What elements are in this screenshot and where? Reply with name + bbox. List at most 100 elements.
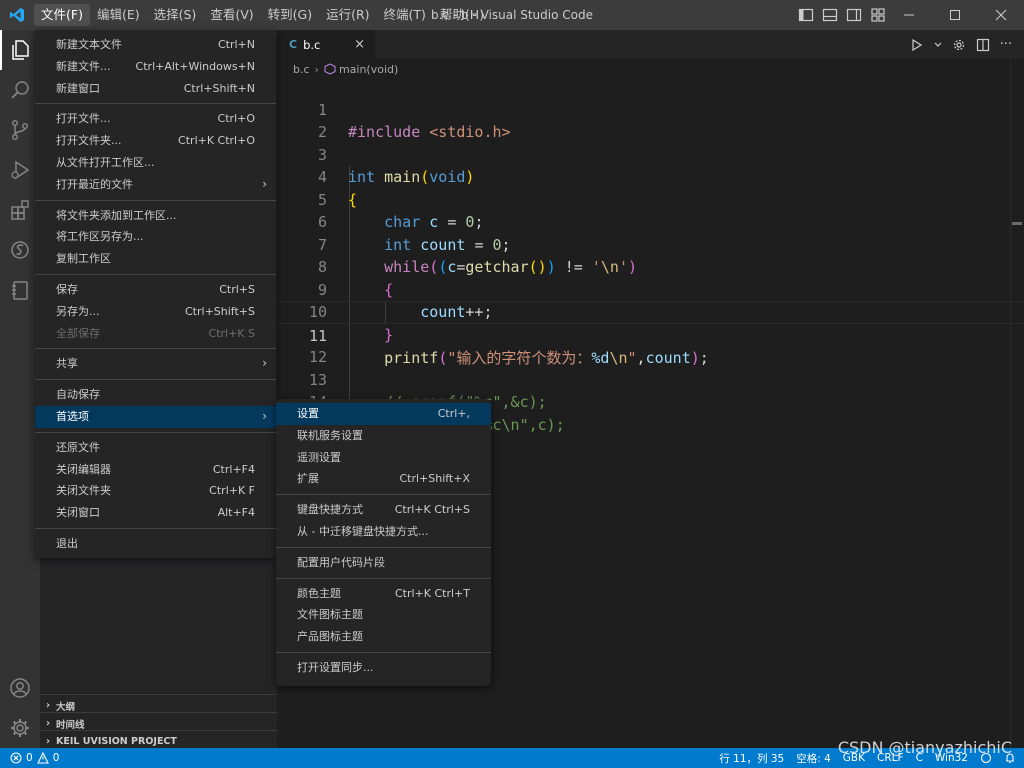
more-actions-icon[interactable]: ···: [1000, 37, 1012, 52]
menu-item-settings-sync[interactable]: 打开设置同步...: [276, 657, 491, 679]
chevron-right-icon: ›: [262, 356, 267, 371]
menu-item-migrate-keybindings[interactable]: 从 - 中迁移键盘快捷方式...: [276, 521, 491, 543]
cursor-position[interactable]: 行 11，列 35: [719, 751, 784, 766]
menu-item-online-services-settings[interactable]: 联机服务设置: [276, 425, 491, 447]
menu-view[interactable]: 查看(V): [203, 4, 260, 26]
maximize-icon: [950, 10, 960, 20]
extensions-icon: [11, 200, 29, 220]
gear-icon[interactable]: [952, 38, 966, 52]
menu-edit[interactable]: 编辑(E): [90, 4, 147, 26]
menu-item-save[interactable]: 保存 Ctrl+S: [35, 279, 276, 301]
menu-item-add-folder-to-workspace[interactable]: 将文件夹添加到工作区...: [35, 205, 276, 227]
breadcrumb-symbol[interactable]: main(void): [339, 63, 398, 76]
menu-item-extensions[interactable]: 扩展 Ctrl+Shift+X: [276, 468, 491, 490]
end-of-line[interactable]: CRLF: [877, 752, 904, 764]
menu-item-new-text-file[interactable]: 新建文本文件 Ctrl+N: [35, 34, 276, 56]
code-line: 8 {: [277, 234, 1024, 299]
menu-separator: [276, 651, 491, 653]
menu-item-save-workspace-as[interactable]: 将工作区另存为...: [35, 226, 276, 248]
run-file-icon[interactable]: [910, 38, 924, 52]
chevron-down-icon[interactable]: [934, 38, 942, 52]
menu-item-settings[interactable]: 设置 Ctrl+,: [276, 403, 491, 425]
menu-item-color-theme[interactable]: 颜色主题 Ctrl+K Ctrl+T: [276, 583, 491, 605]
extensions-button[interactable]: [0, 190, 40, 230]
code-line: 4 {: [277, 144, 1024, 209]
chevron-right-icon: ›: [45, 700, 51, 711]
menu-item-close-window[interactable]: 关闭窗口 Alt+F4: [35, 502, 276, 524]
menu-separator: [35, 431, 276, 433]
menu-item-duplicate-workspace[interactable]: 复制工作区: [35, 248, 276, 270]
vertical-scrollbar[interactable]: [1010, 60, 1024, 748]
minimize-icon: [904, 14, 914, 16]
warning-count: 0: [52, 752, 60, 764]
menu-item-auto-save[interactable]: 自动保存: [35, 384, 276, 406]
close-icon: [995, 9, 1007, 21]
toggle-primary-sidebar-icon[interactable]: [798, 7, 814, 23]
explorer-button[interactable]: [0, 30, 40, 70]
menu-go[interactable]: 转到(G): [261, 4, 319, 26]
customize-layout-icon[interactable]: [870, 7, 886, 23]
menu-help[interactable]: 帮助(H): [433, 4, 491, 26]
menu-item-revert-file[interactable]: 还原文件: [35, 437, 276, 459]
menu-selection[interactable]: 选择(S): [147, 4, 204, 26]
code-line: 14 // printf("%c\n",c);: [277, 369, 1024, 434]
split-editor-icon[interactable]: [976, 38, 990, 52]
source-control-icon: [11, 119, 29, 141]
maximize-button[interactable]: [932, 0, 978, 30]
platform[interactable]: Win32: [935, 752, 968, 764]
menu-item-save-as[interactable]: 另存为... Ctrl+Shift+S: [35, 301, 276, 323]
indentation[interactable]: 空格: 4: [796, 751, 831, 766]
menu-item-user-snippets[interactable]: 配置用户代码片段: [276, 552, 491, 574]
notebook-button[interactable]: [0, 270, 40, 310]
file-encoding[interactable]: GBK: [843, 752, 865, 764]
chevron-right-icon: ›: [45, 736, 51, 747]
problems-indicator[interactable]: 0 0: [0, 752, 59, 764]
code-line: 3 int main(void): [277, 121, 1024, 187]
menu-item-preferences[interactable]: 首选项 ›: [35, 405, 276, 428]
menu-separator: [276, 577, 491, 579]
menu-run[interactable]: 运行(R): [319, 4, 376, 26]
tab-b-c[interactable]: C b.c ×: [277, 30, 375, 59]
code-line: 1 #include <stdio.h>: [277, 76, 1024, 142]
source-control-button[interactable]: [0, 110, 40, 150]
breadcrumb-file[interactable]: b.c: [293, 63, 310, 76]
menu-item-telemetry-settings[interactable]: 遥测设置: [276, 447, 491, 469]
notebook-icon: [12, 281, 28, 300]
code-line: 12: [277, 324, 1024, 366]
error-icon: [10, 752, 22, 764]
code-line: 2: [277, 99, 1024, 141]
menu-item-close-editor[interactable]: 关闭编辑器 Ctrl+F4: [35, 459, 276, 481]
toggle-panel-icon[interactable]: [822, 7, 838, 23]
menu-item-keyboard-shortcuts[interactable]: 键盘快捷方式 Ctrl+K Ctrl+S: [276, 499, 491, 521]
menu-item-new-file[interactable]: 新建文件... Ctrl+Alt+Windows+N: [35, 56, 276, 78]
minimize-button[interactable]: [886, 0, 932, 30]
language-mode[interactable]: C: [916, 752, 923, 764]
preferences-submenu: 设置 Ctrl+, 联机服务设置 遥测设置 扩展 Ctrl+Shift+X 键盘快捷…: [276, 399, 491, 686]
accounts-button[interactable]: [0, 668, 40, 708]
menu-item-open-file[interactable]: 打开文件... Ctrl+O: [35, 108, 276, 130]
notifications-bell-icon[interactable]: [1004, 752, 1016, 764]
menu-item-new-window[interactable]: 新建窗口 Ctrl+Shift+N: [35, 78, 276, 100]
code-line: 7 while((c=getchar()) != '\n'): [277, 211, 1024, 277]
close-window-button[interactable]: [978, 0, 1024, 30]
menu-item-open-folder[interactable]: 打开文件夹... Ctrl+K Ctrl+O: [35, 130, 276, 152]
menu-terminal[interactable]: 终端(T): [377, 4, 433, 26]
menu-item-share[interactable]: 共享 ›: [35, 353, 276, 375]
vscode-logo-icon: [0, 0, 34, 30]
run-debug-button[interactable]: [0, 150, 40, 190]
search-button[interactable]: [0, 70, 40, 110]
menu-item-close-folder[interactable]: 关闭文件夹 Ctrl+K F: [35, 480, 276, 502]
menu-item-file-icon-theme[interactable]: 文件图标主题: [276, 604, 491, 626]
menu-bar: 文件(F) 编辑(E) 选择(S) 查看(V) 转到(G) 运行(R) 终端(T…: [34, 0, 491, 30]
menu-item-open-workspace[interactable]: 从文件打开工作区...: [35, 152, 276, 174]
menu-item-open-recent[interactable]: 打开最近的文件 ›: [35, 174, 276, 196]
search-icon: [11, 81, 29, 99]
menu-item-exit[interactable]: 退出: [35, 533, 276, 555]
keil-button[interactable]: [0, 230, 40, 270]
toggle-secondary-sidebar-icon[interactable]: [846, 7, 862, 23]
menu-file[interactable]: 文件(F): [34, 4, 90, 26]
manage-button[interactable]: [0, 708, 40, 748]
close-tab-icon[interactable]: ×: [354, 37, 365, 52]
menu-item-product-icon-theme[interactable]: 产品图标主题: [276, 626, 491, 648]
feedback-icon[interactable]: [980, 752, 992, 764]
